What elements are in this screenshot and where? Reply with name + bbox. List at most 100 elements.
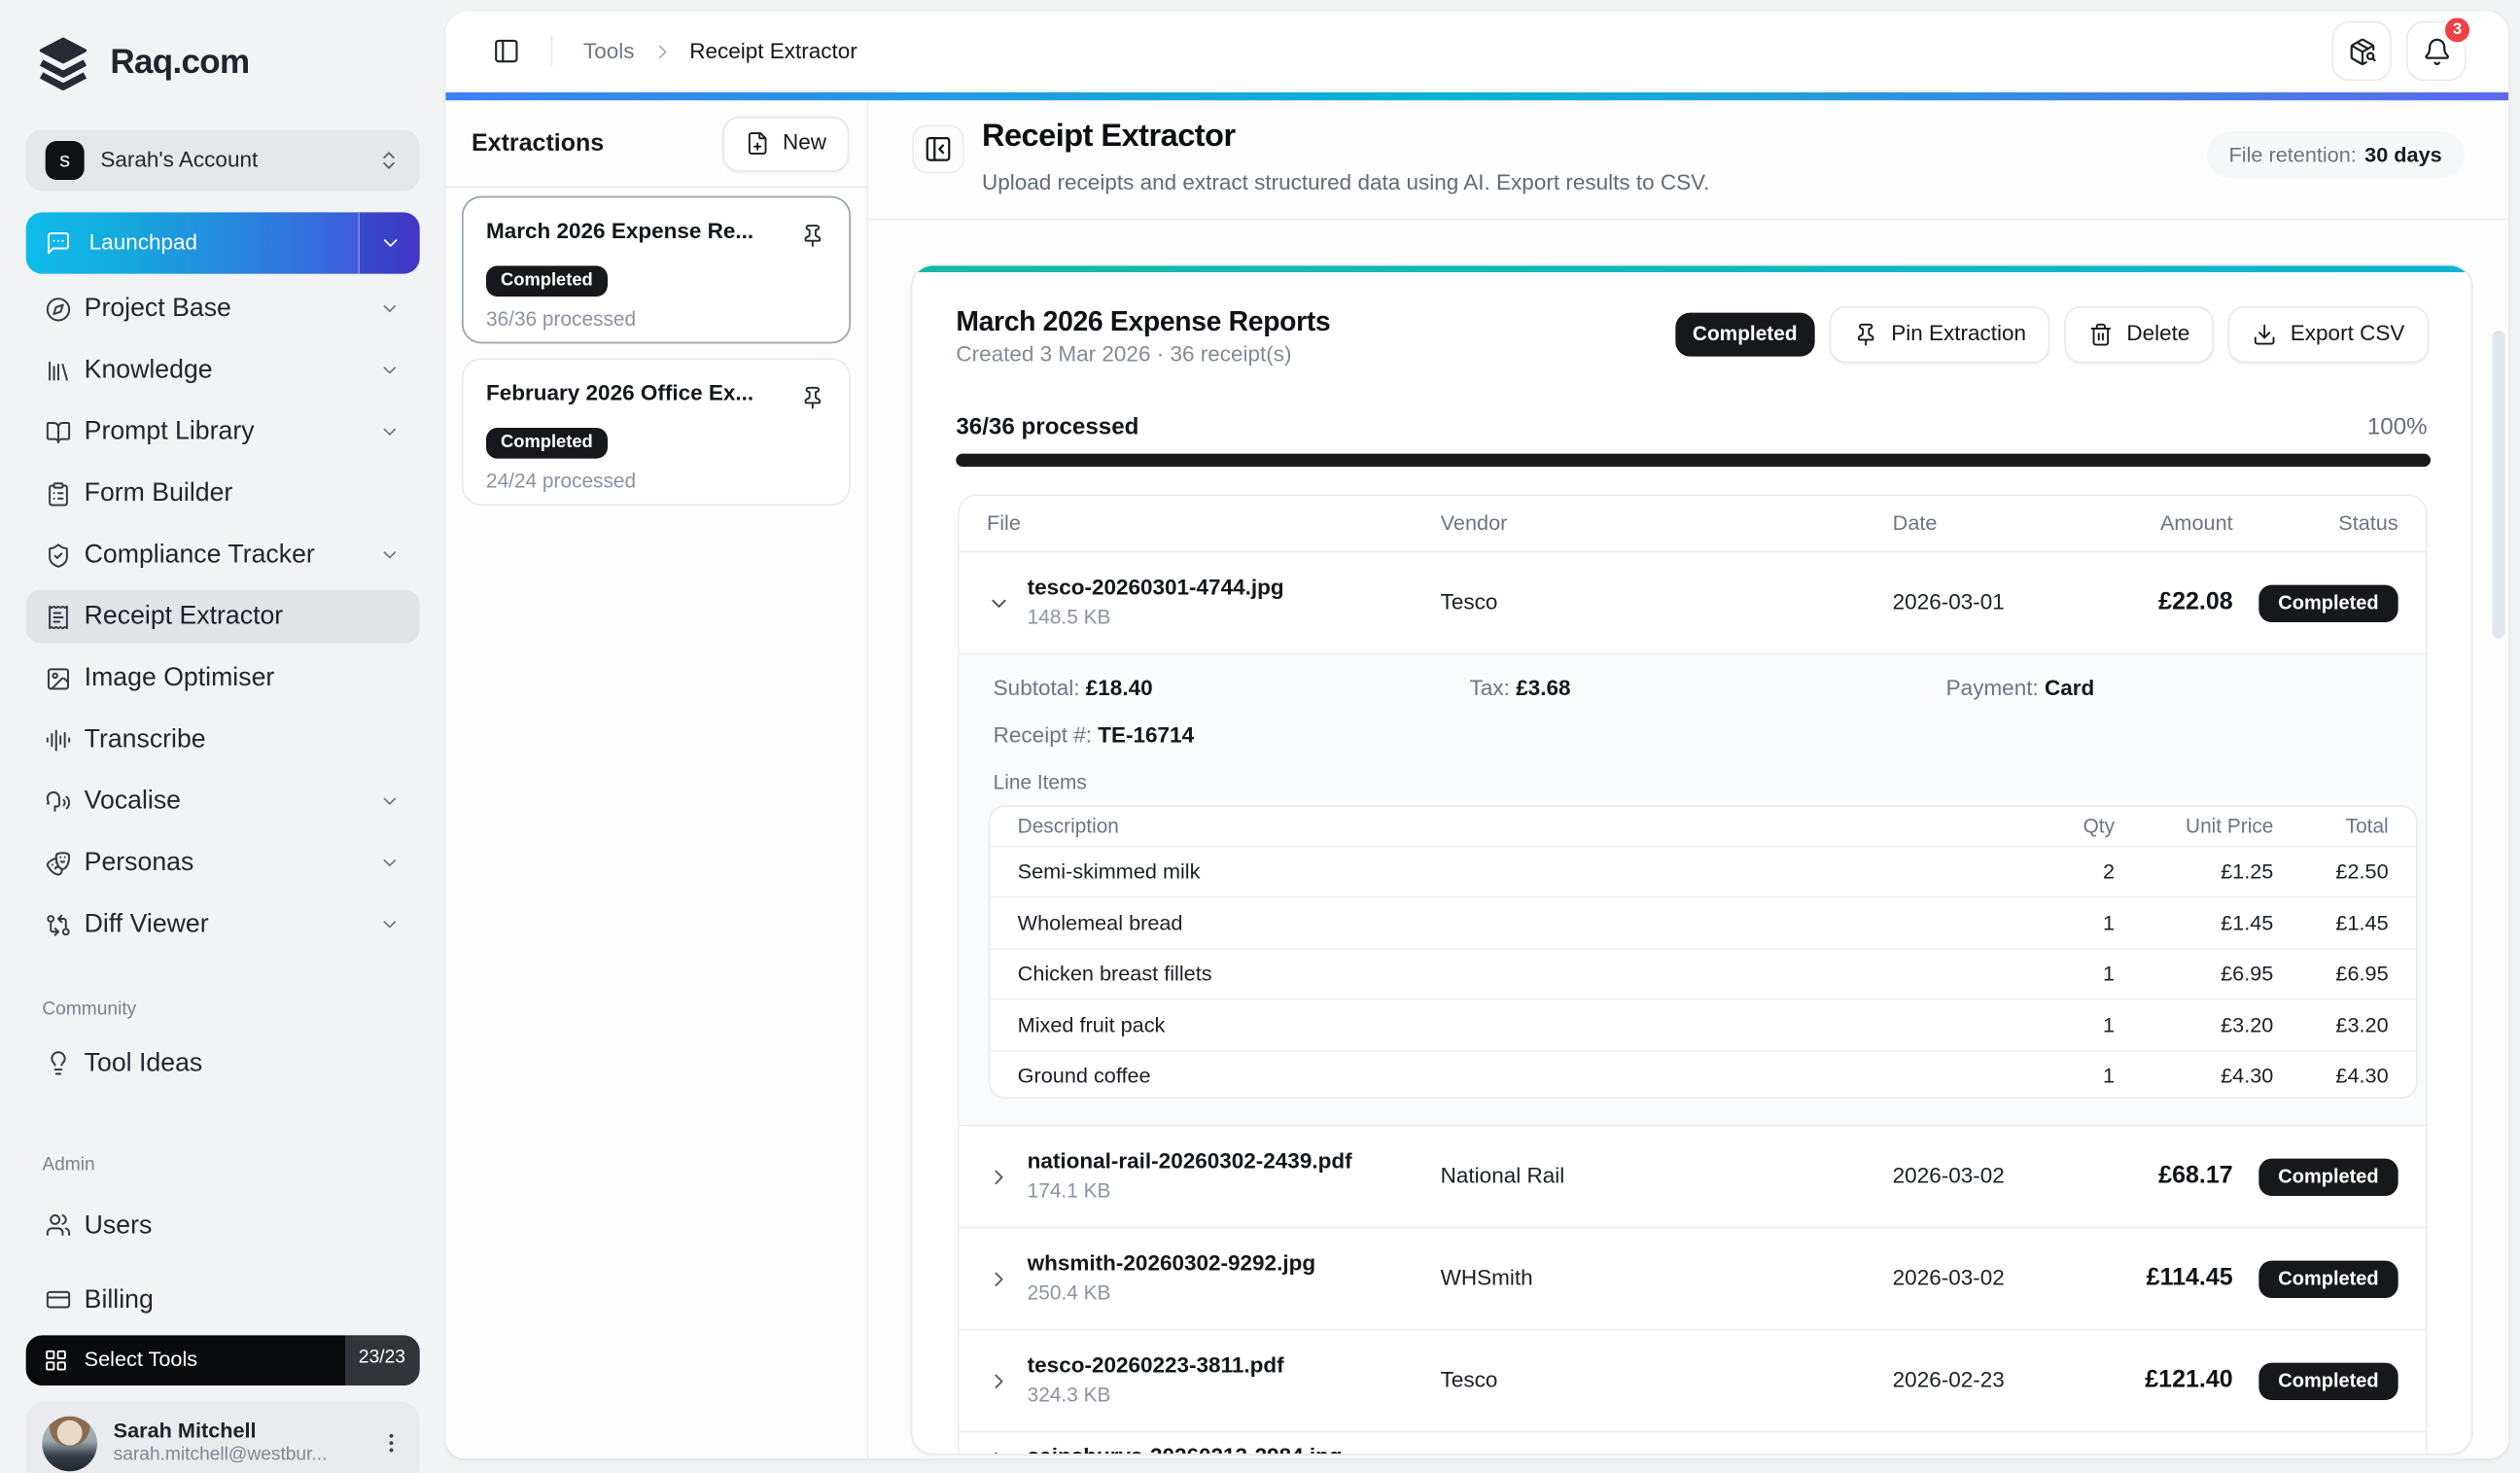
lightbulb-icon <box>46 1050 72 1076</box>
progress-bar <box>956 453 2432 468</box>
chevron-right-icon[interactable] <box>987 1369 1011 1393</box>
vendor-cell: WHSmith <box>1440 1265 1533 1290</box>
line-item-unit-price: £3.20 <box>2221 1011 2274 1036</box>
sidebar-item-label: Vocalise <box>84 787 181 816</box>
line-item-description: Semi-skimmed milk <box>1017 859 1201 884</box>
sidebar-item-form-builder[interactable]: Form Builder <box>26 467 420 520</box>
download-icon <box>2253 323 2277 347</box>
sidebar-item-billing[interactable]: Billing <box>26 1273 420 1326</box>
receipt-icon <box>46 604 72 630</box>
col-qty: Qty <box>2082 814 2116 837</box>
extraction-card-february[interactable]: February 2026 Office Ex... Completed 24/… <box>462 358 852 507</box>
col-total: Total <box>2345 814 2389 837</box>
launchpad-button[interactable]: Launchpad <box>25 212 420 274</box>
library-icon <box>46 358 72 384</box>
chevron-down-icon <box>379 298 401 320</box>
file-name: tesco-20260223-3811.pdf <box>1027 1352 1284 1378</box>
tool-header: Receipt Extractor Upload receipts and ex… <box>868 100 2509 221</box>
extraction-card-meta: 36/36 processed <box>486 307 637 332</box>
sidebar-item-users[interactable]: Users <box>26 1199 420 1252</box>
user-name: Sarah Mitchell <box>113 1418 257 1443</box>
notification-badge: 3 <box>2441 15 2473 47</box>
sidebar-item-receipt-extractor[interactable]: Receipt Extractor <box>25 589 420 644</box>
extraction-card-march[interactable]: March 2026 Expense Re... Completed 36/36… <box>462 195 852 344</box>
breadcrumb-tools[interactable]: Tools <box>583 38 635 64</box>
line-item-total: £6.95 <box>2335 961 2389 986</box>
sidebar-item-project-base[interactable]: Project Base <box>26 282 420 335</box>
table-row-partial[interactable]: sainsburys-20260213-2984.jpg <box>959 1430 2427 1455</box>
chevron-right-icon[interactable] <box>987 1267 1011 1291</box>
brand-name: Raq.com <box>110 44 250 83</box>
line-item-row: Mixed fruit pack 1 £3.20 £3.20 <box>990 998 2417 1049</box>
table-row[interactable]: tesco-20260301-4744.jpg 148.5 KB Tesco 2… <box>959 550 2427 653</box>
retention-value: 30 days <box>2364 142 2442 167</box>
payment-value: Card <box>2044 676 2095 701</box>
retention-label: File retention: <box>2228 142 2357 167</box>
brand-logo-icon <box>36 36 91 91</box>
topbar: Tools Receipt Extractor 3 <box>445 11 2509 92</box>
sidebar-item-label: Image Optimiser <box>84 664 275 692</box>
delete-button[interactable]: Delete <box>2065 306 2215 364</box>
select-tools-count: 23/23 <box>344 1334 420 1385</box>
credit-card-icon <box>46 1286 72 1313</box>
sidebar-item-image-optimiser[interactable]: Image Optimiser <box>26 651 420 705</box>
pin-icon[interactable] <box>800 224 824 248</box>
panel-left-close-icon[interactable] <box>912 124 964 174</box>
extraction-card-title: February 2026 Office Ex... <box>486 380 754 405</box>
col-unit-price: Unit Price <box>2186 814 2274 837</box>
sidebar-item-vocalise[interactable]: Vocalise <box>26 775 420 828</box>
file-name: tesco-20260301-4744.jpg <box>1027 575 1284 600</box>
new-extraction-button[interactable]: New <box>722 116 850 171</box>
compass-icon <box>46 296 72 322</box>
launchpad-main[interactable]: Launchpad <box>26 212 359 273</box>
table-row[interactable]: tesco-20260223-3811.pdf 324.3 KB Tesco 2… <box>959 1328 2427 1431</box>
file-name: sainsburys-20260213-2984.jpg <box>1027 1443 1343 1455</box>
package-search-button[interactable] <box>2331 21 2393 82</box>
select-tools-button[interactable]: Select Tools 23/23 <box>25 1334 420 1385</box>
account-switcher[interactable]: s Sarah's Account <box>25 129 420 192</box>
pin-extraction-button[interactable]: Pin Extraction <box>1829 306 2051 364</box>
line-item-row: Semi-skimmed milk 2 £1.25 £2.50 <box>990 846 2417 896</box>
table-row[interactable]: whsmith-20260302-9292.jpg 250.4 KB WHSmi… <box>959 1226 2427 1329</box>
receipts-table: File Vendor Date Amount Status tesco-202… <box>958 494 2428 1455</box>
date-cell: 2026-03-02 <box>1892 1163 2005 1188</box>
extraction-card-meta: 24/24 processed <box>486 470 637 493</box>
sidebar-item-diff-viewer[interactable]: Diff Viewer <box>26 897 420 951</box>
message-square-icon <box>46 230 72 257</box>
page-title: Receipt Extractor <box>982 118 1236 155</box>
sidebar-item-tool-ideas[interactable]: Tool Ideas <box>26 1036 420 1090</box>
tax-value: £3.68 <box>1516 676 1571 701</box>
user-menu[interactable]: Sarah Mitchell sarah.mitchell@westbur... <box>25 1400 420 1473</box>
topbar-divider <box>550 36 553 67</box>
table-row[interactable]: national-rail-20260302-2439.pdf 174.1 KB… <box>959 1124 2427 1227</box>
main-content: March 2026 Expense Reports Created 3 Mar… <box>868 220 2509 1459</box>
scrollbar-thumb[interactable] <box>2492 331 2505 639</box>
sidebar-item-transcribe[interactable]: Transcribe <box>26 713 420 766</box>
sidebar-item-label: Diff Viewer <box>84 910 209 938</box>
user-email: sarah.mitchell@westbur... <box>113 1446 328 1466</box>
amount-cell: £22.08 <box>2158 588 2233 616</box>
sidebar-toggle-icon[interactable] <box>493 38 520 65</box>
sidebar-item-label: Tool Ideas <box>84 1049 203 1077</box>
sidebar-item-label: Users <box>84 1210 153 1240</box>
sidebar-item-knowledge[interactable]: Knowledge <box>26 343 420 397</box>
subtotal-label: Subtotal: <box>993 676 1080 701</box>
chevron-right-icon[interactable] <box>987 1165 1011 1189</box>
launchpad-label: Launchpad <box>88 229 198 255</box>
sidebar-item-personas[interactable]: Personas <box>26 836 420 890</box>
sidebar-item-prompt-library[interactable]: Prompt Library <box>26 405 420 459</box>
sidebar-item-label: Project Base <box>84 295 231 323</box>
pin-icon[interactable] <box>800 386 824 410</box>
file-plus-icon <box>746 131 770 156</box>
export-csv-button[interactable]: Export CSV <box>2228 306 2430 364</box>
line-item-description: Mixed fruit pack <box>1017 1011 1166 1036</box>
sidebar-item-compliance-tracker[interactable]: Compliance Tracker <box>26 528 420 581</box>
launchpad-expand[interactable] <box>358 212 420 274</box>
chevron-right-icon[interactable] <box>987 1447 1011 1455</box>
line-item-total: £4.30 <box>2335 1063 2389 1088</box>
kebab-menu-icon[interactable] <box>379 1431 403 1455</box>
chevron-down-icon[interactable] <box>987 591 1011 615</box>
line-item-unit-price: £1.25 <box>2221 859 2274 884</box>
notifications-button[interactable]: 3 <box>2406 15 2473 82</box>
col-vendor: Vendor <box>1440 510 1508 536</box>
